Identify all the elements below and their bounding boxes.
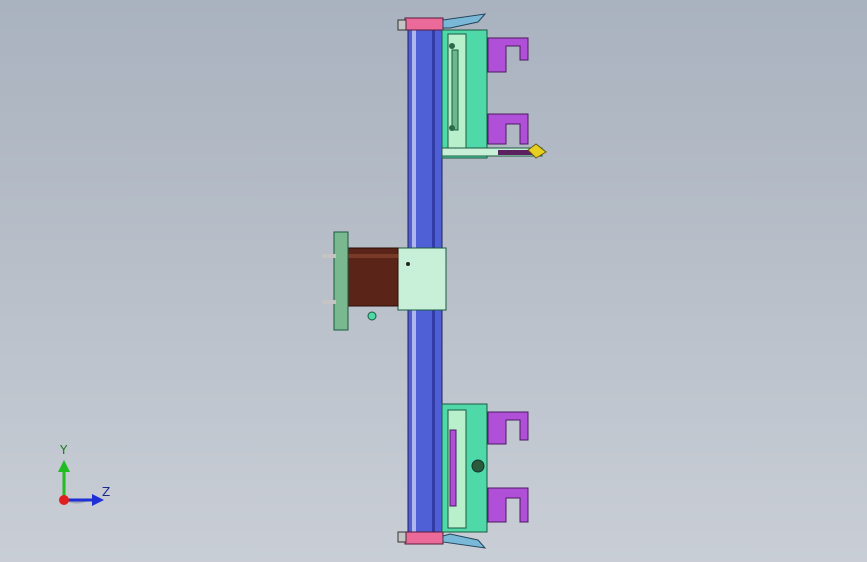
top-carriage bbox=[441, 29, 547, 159]
axis-y-label: Y bbox=[60, 443, 68, 457]
top-end-cap bbox=[397, 13, 487, 31]
axis-z-label: Z bbox=[102, 485, 111, 499]
bottom-carriage bbox=[441, 403, 529, 533]
axis-triad bbox=[40, 438, 130, 513]
assembly-model bbox=[322, 13, 547, 549]
cad-viewport[interactable]: Y Z bbox=[0, 0, 867, 562]
bottom-end-cap bbox=[397, 531, 487, 549]
